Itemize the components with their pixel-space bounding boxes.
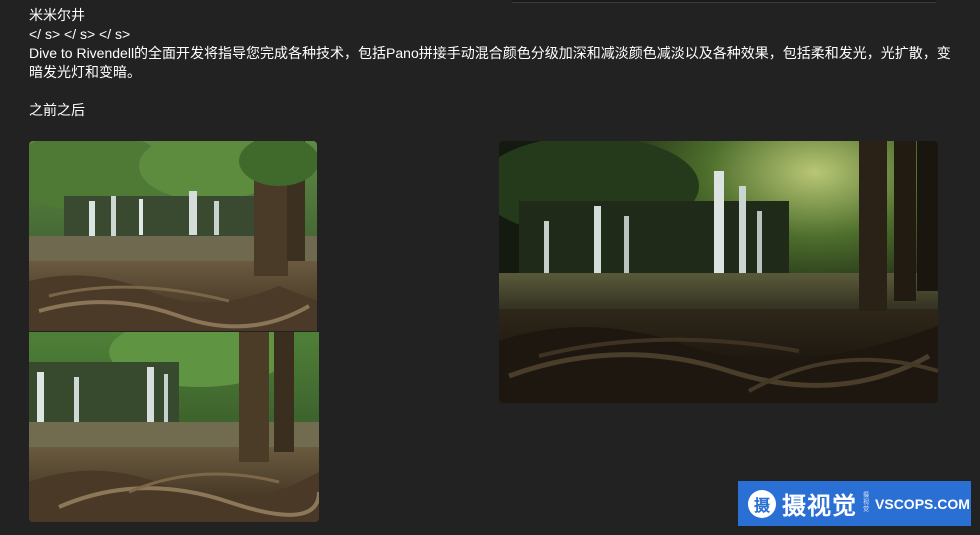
before-image-close[interactable] bbox=[29, 332, 319, 522]
watermark-brand-cn: 摄视觉 bbox=[782, 493, 857, 520]
article-title: 米米尔井 bbox=[29, 7, 85, 23]
before-after-label: 之前之后 bbox=[29, 102, 85, 118]
site-watermark[interactable]: 摄 摄视觉 摄 视 觉 VSCOPS.COM bbox=[738, 481, 971, 526]
article-description: Dive to Rivendell的全面开发将指导您完成各种技术，包括Pano拼… bbox=[29, 45, 951, 80]
watermark-mini-line: 摄 bbox=[863, 493, 870, 499]
watermark-logo-icon: 摄 bbox=[748, 489, 776, 518]
waterfall-photo-after bbox=[499, 141, 938, 403]
before-image-wide[interactable] bbox=[29, 141, 317, 331]
top-divider bbox=[512, 0, 936, 3]
watermark-mini-line: 觉 bbox=[863, 507, 870, 513]
after-image[interactable] bbox=[499, 141, 938, 403]
article-page: 米米尔井 </ s> </ s> </ s> Dive to Rivendell… bbox=[0, 0, 980, 535]
waterfall-photo-before-wide bbox=[29, 141, 317, 331]
tags-line: </ s> </ s> </ s> bbox=[29, 26, 131, 42]
article-text: 米米尔井 </ s> </ s> </ s> Dive to Rivendell… bbox=[29, 6, 959, 120]
watermark-mini-line: 视 bbox=[863, 500, 870, 506]
watermark-brand-en: VSCOPS.COM bbox=[875, 495, 970, 512]
watermark-mini-text: 摄 视 觉 bbox=[863, 493, 869, 514]
cut-off-text: … … bbox=[29, 528, 61, 535]
waterfall-photo-before-close bbox=[29, 332, 319, 522]
